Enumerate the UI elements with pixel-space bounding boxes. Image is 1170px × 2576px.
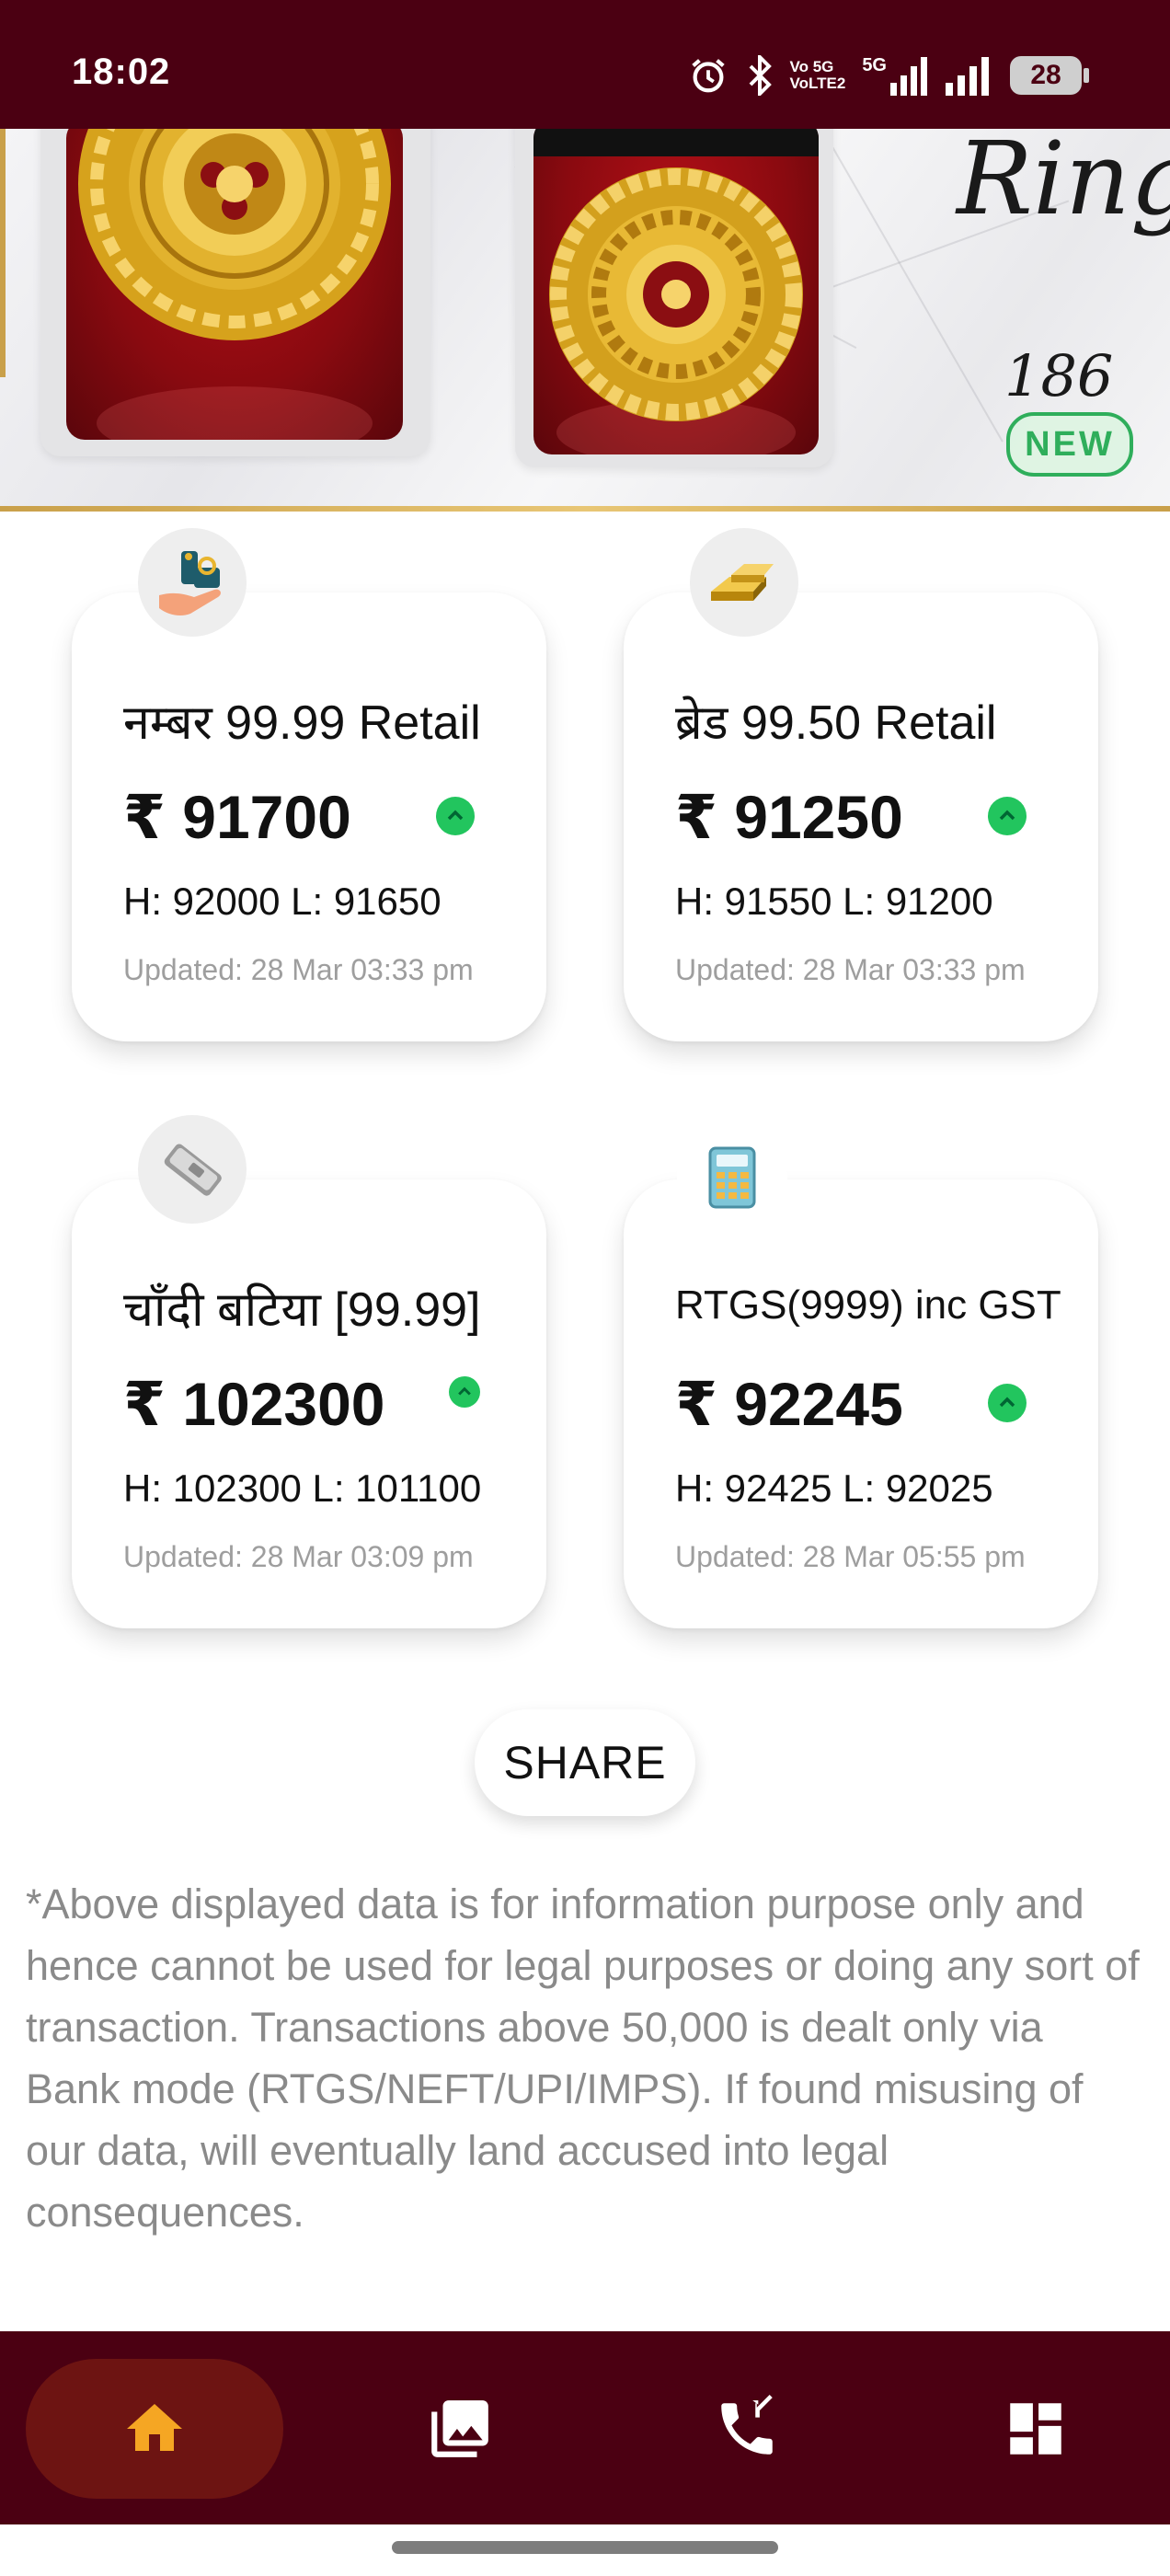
network-type: 5G [862,55,887,75]
volte-icon: Vo 5G VoLTE2 [790,59,846,92]
rate-high-low: H: 92000 L: 91650 [123,880,442,923]
alarm-icon [691,59,725,93]
dashboard-icon [1010,2403,1061,2455]
bluetooth-icon [749,55,772,96]
ring-photo [533,129,819,454]
rate-title: RTGS(9999) inc GST [675,1282,1061,1328]
signal-bars-icon [890,57,927,96]
rate-price: ₹ 91250 [675,783,903,851]
rate-title: नम्बर 99.99 Retail [123,696,481,750]
contact-call-icon [721,2395,773,2455]
signal-icon: 5G [862,55,929,96]
rate-card-number-retail[interactable]: नम्बर 99.99 Retail ₹ 91700 H: 92000 L: 9… [72,592,546,1041]
rate-high-low: H: 102300 L: 101100 [123,1466,482,1510]
banner-script-title: Ring [957,129,1170,237]
nav-gallery[interactable] [331,2359,589,2499]
ring-photo [66,129,403,440]
status-bar: 18:02 Vo 5G VoLTE2 5G 28 [0,0,1170,129]
network-label-1: Vo 5G [789,58,834,75]
rate-updated: Updated: 28 Mar 05:55 pm [675,1540,1026,1573]
trend-up-icon [449,1376,480,1408]
nav-dashboard[interactable] [907,2359,1164,2499]
rate-price: ₹ 92245 [675,1370,903,1438]
nav-home[interactable] [26,2359,283,2499]
new-badge: NEW [1006,412,1133,477]
silver-bar-icon [138,1115,247,1224]
trend-up-icon [436,797,475,835]
share-button[interactable]: SHARE [475,1709,695,1816]
gold-ring-image [78,129,391,440]
home-gesture-bar[interactable] [392,2541,778,2554]
rate-card-rtgs[interactable]: RTGS(9999) inc GST ₹ 92245 H: 92425 L: 9… [624,1179,1098,1628]
trend-up-icon [988,797,1027,835]
home-icon [127,2404,182,2451]
battery-icon: 28 [1010,56,1089,95]
status-time: 18:02 [72,52,171,92]
rate-card-silver-batiya[interactable]: चाँदी बटिया [99.99] ₹ 102300 H: 102300 L… [72,1179,546,1628]
rate-title: चाँदी बटिया [99.99] [123,1283,481,1337]
gold-ring-image [549,167,803,454]
signal-icon [946,57,989,96]
network-label-2: VoLTE2 [789,75,846,92]
bottom-navigation [0,2331,1170,2524]
rate-updated: Updated: 28 Mar 03:33 pm [123,953,474,986]
banner-gold-line [0,506,1170,512]
trend-up-icon [988,1384,1027,1422]
rate-high-low: H: 92425 L: 92025 [675,1466,993,1510]
disclaimer-text: *Above displayed data is for information… [26,1880,1140,2236]
rate-price: ₹ 91700 [123,783,351,851]
rate-updated: Updated: 28 Mar 03:09 pm [123,1540,474,1573]
jewellery-hand-icon [138,528,247,637]
gallery-icon [431,2400,488,2457]
status-icons: Vo 5G VoLTE2 5G 28 [687,48,1089,103]
calculator-icon [677,1122,787,1233]
rate-card-bread-retail[interactable]: ब्रेड 99.50 Retail ₹ 91250 H: 91550 L: 9… [624,592,1098,1041]
gesture-area [0,2524,1170,2576]
rate-updated: Updated: 28 Mar 03:33 pm [675,953,1026,986]
banner-gold-edge [0,129,6,377]
gold-bars-icon [690,528,798,637]
promo-banner[interactable]: Ring 186 NEW [0,129,1170,512]
banner-script-number: 186 [1004,342,1114,409]
rate-price: ₹ 102300 [123,1370,385,1438]
rate-high-low: H: 91550 L: 91200 [675,880,993,923]
rate-title: ब्रेड 99.50 Retail [675,696,997,750]
nav-contact[interactable] [618,2359,876,2499]
